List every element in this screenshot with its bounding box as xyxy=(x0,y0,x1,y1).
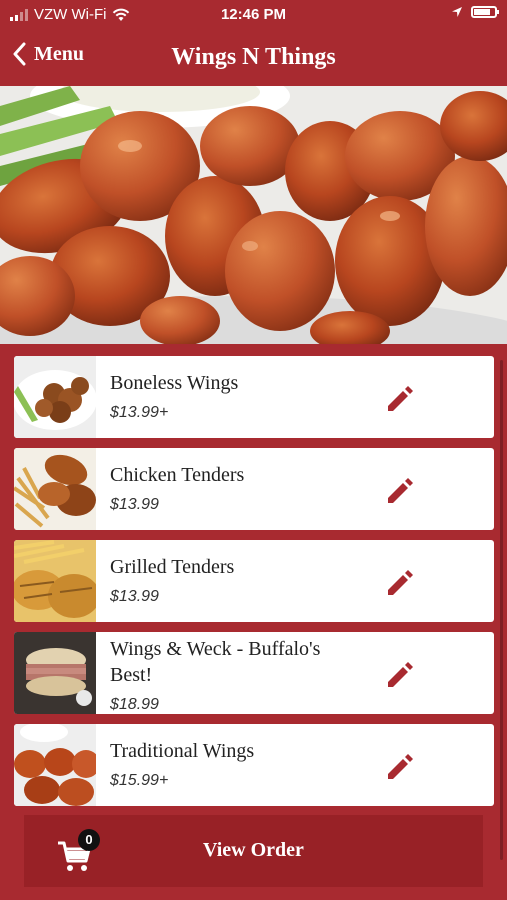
pencil-icon xyxy=(388,478,413,503)
location-arrow-icon xyxy=(452,7,462,17)
item-name: Grilled Tenders xyxy=(110,556,235,578)
item-thumbnail xyxy=(14,724,96,806)
scrollbar[interactable] xyxy=(500,360,503,860)
item-name: Boneless Wings xyxy=(110,372,239,394)
status-bar: VZW Wi-Fi 12:46 PM xyxy=(0,0,507,30)
item-price: $13.99 xyxy=(110,496,159,513)
menu-item[interactable]: Wings & Weck - Buffalo's Best! $18.99 xyxy=(14,632,494,714)
menu-item[interactable]: Chicken Tenders $13.99 xyxy=(14,448,494,530)
pencil-icon xyxy=(388,570,413,595)
item-thumbnail xyxy=(14,632,96,714)
view-order-button[interactable]: 0 View Order xyxy=(24,815,483,887)
item-thumbnail xyxy=(14,448,96,530)
pencil-icon xyxy=(388,662,413,687)
menu-item[interactable]: Boneless Wings $13.99+ xyxy=(14,356,494,438)
battery-level xyxy=(474,9,490,15)
item-price: $15.99+ xyxy=(110,772,169,789)
item-thumbnail xyxy=(14,356,96,438)
pencil-icon xyxy=(388,754,413,779)
status-right xyxy=(451,6,499,18)
menu-item[interactable]: Grilled Tenders $13.99 xyxy=(14,540,494,622)
edit-button[interactable] xyxy=(380,562,420,602)
item-thumbnail xyxy=(14,540,96,622)
item-price: $13.99+ xyxy=(110,404,169,421)
pencil-icon xyxy=(388,386,413,411)
edit-button[interactable] xyxy=(380,378,420,418)
edit-button[interactable] xyxy=(380,746,420,786)
status-time: 12:46 PM xyxy=(220,6,287,23)
screen: VZW Wi-Fi 12:46 PM Menu Wings N Things B… xyxy=(0,0,507,900)
item-name: Wings & Weck - Buffalo's Best! xyxy=(110,638,321,686)
menu-item[interactable]: Traditional Wings $15.99+ xyxy=(14,724,494,806)
edit-button[interactable] xyxy=(380,470,420,510)
battery-icon xyxy=(471,6,499,18)
view-order-label: View Order xyxy=(203,839,304,861)
item-name: Chicken Tenders xyxy=(110,464,245,486)
page-title: Wings N Things xyxy=(171,44,336,70)
edit-button[interactable] xyxy=(380,654,420,694)
item-price: $18.99 xyxy=(110,696,159,713)
hero-image xyxy=(0,86,507,344)
item-price: $13.99 xyxy=(110,588,159,605)
menu-item-list: Boneless Wings $13.99+ Chicken Tenders $… xyxy=(14,356,494,816)
nav-bar: Menu Wings N Things xyxy=(0,30,507,86)
item-name: Traditional Wings xyxy=(110,740,255,762)
